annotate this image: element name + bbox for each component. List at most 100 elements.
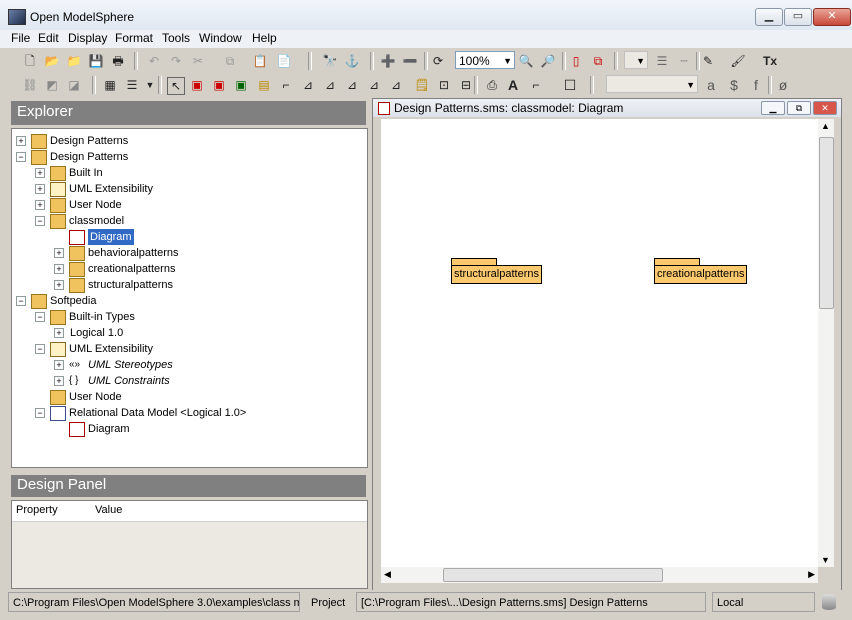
tree-item[interactable]: Diagram (12, 421, 362, 437)
child-restore-button[interactable]: ⧉ (787, 101, 811, 115)
tree-item[interactable]: Diagram (12, 229, 362, 245)
expand-icon[interactable]: + (54, 376, 64, 386)
chevron-down-icon[interactable]: ▼ (142, 77, 158, 93)
column-value[interactable]: Value (95, 504, 122, 516)
expand-icon[interactable]: + (54, 360, 64, 370)
copy-icon[interactable]: ⧉ (222, 53, 238, 69)
redo-icon[interactable]: ↷ (168, 53, 184, 69)
open-recent-icon[interactable]: 📁 (66, 53, 82, 69)
composition-icon[interactable]: ⊿ (388, 77, 404, 93)
package-tool-icon[interactable]: ▤ (256, 77, 272, 93)
paste-icon[interactable]: 📋 (252, 53, 268, 69)
note-link-icon[interactable]: ⊡ (436, 77, 452, 93)
menu-edit[interactable]: Edit (38, 31, 59, 45)
open-folder-icon[interactable]: 📂 (44, 53, 60, 69)
horizontal-scroll-thumb[interactable] (443, 568, 663, 582)
tree-item[interactable]: − Relational Data Model <Logical 1.0> (12, 405, 362, 421)
menu-format[interactable]: Format (115, 31, 153, 45)
menu-display[interactable]: Display (68, 31, 107, 45)
close-button[interactable]: ✕ (813, 8, 851, 26)
paste-special-icon[interactable]: 📄 (276, 53, 292, 69)
refresh-icon[interactable]: ⟳ (430, 53, 446, 69)
collapse-icon[interactable]: − (35, 408, 45, 418)
cube-icon[interactable]: ◩ (44, 77, 60, 93)
generalization-icon[interactable]: ⊿ (300, 77, 316, 93)
line-tool-icon[interactable]: ⌐ (528, 77, 544, 93)
expand-icon[interactable]: + (35, 168, 45, 178)
list-icon[interactable]: ☰ (124, 77, 140, 93)
replace-icon[interactable]: ⚓ (344, 53, 360, 69)
expand-icon[interactable]: + (54, 328, 64, 338)
remove-icon[interactable]: ➖ (402, 53, 418, 69)
link-icon[interactable]: ⛓ (22, 77, 38, 93)
pencil-icon[interactable]: ✎ (700, 53, 716, 69)
select-arrow-icon[interactable]: ↖ (167, 77, 185, 95)
table-icon[interactable]: ▦ (102, 77, 118, 93)
currency-icon[interactable]: $ (726, 77, 742, 93)
font-style-icon[interactable]: a (703, 77, 719, 93)
collapse-icon[interactable]: − (35, 312, 45, 322)
datatype-icon[interactable]: ▣ (233, 77, 249, 93)
rectangle-tool-icon[interactable]: ☐ (562, 77, 578, 93)
horizontal-scrollbar[interactable]: ◀ ▶ (381, 567, 818, 583)
tree-item[interactable]: + Built In (12, 165, 362, 181)
format-painter-icon[interactable]: 🖌 (730, 53, 746, 69)
child-minimize-button[interactable]: ▁ (761, 101, 785, 115)
cube-tools-icon[interactable]: ◪ (66, 77, 82, 93)
tree-item[interactable]: + «» UML Stereotypes (12, 357, 362, 373)
note-icon[interactable]: 🗒 (414, 77, 430, 93)
line-weight-icon[interactable]: ☰ (654, 53, 670, 69)
interface-icon[interactable]: ▣ (211, 77, 227, 93)
scroll-left-icon[interactable]: ◀ (384, 569, 391, 580)
zoom-in-icon[interactable]: 🔍 (518, 53, 534, 69)
font-select[interactable]: ▼ (606, 75, 698, 93)
cut-icon[interactable]: ✂ (190, 53, 206, 69)
zoom-select[interactable]: 100% ▼ (455, 51, 515, 69)
tree-item[interactable]: + creationalpatterns (12, 261, 362, 277)
collapse-icon[interactable]: − (16, 152, 26, 162)
child-close-button[interactable]: ✕ (813, 101, 837, 115)
scroll-up-icon[interactable]: ▲ (821, 121, 830, 131)
dependency-icon[interactable]: ⊿ (344, 77, 360, 93)
class-icon[interactable]: ▣ (189, 77, 205, 93)
tree-item[interactable]: User Node (12, 389, 362, 405)
maximize-button[interactable]: ▭ (784, 8, 812, 26)
tree-item[interactable]: − Softpedia (12, 293, 362, 309)
tree-item[interactable]: + UML Extensibility (12, 181, 362, 197)
tree-item[interactable]: + { } UML Constraints (12, 373, 362, 389)
tree-item[interactable]: + Logical 1.0 (12, 325, 362, 341)
tree-item[interactable]: − classmodel (12, 213, 362, 229)
diagram-canvas[interactable]: structuralpatterns creationalpatterns (381, 119, 818, 567)
function-icon[interactable]: f (748, 77, 764, 93)
collapse-icon[interactable]: − (16, 296, 26, 306)
page-copy-icon[interactable]: ⧉ (590, 53, 606, 69)
stamp-icon[interactable]: ⎙ (484, 77, 500, 93)
collapse-icon[interactable]: − (35, 344, 45, 354)
tree-item[interactable]: + behavioralpatterns (12, 245, 362, 261)
save-icon[interactable]: 💾 (88, 53, 104, 69)
free-text-icon[interactable]: ⊟ (458, 77, 474, 93)
text-tool-icon[interactable]: A (505, 77, 521, 93)
expand-icon[interactable]: + (35, 184, 45, 194)
expand-icon[interactable]: + (54, 280, 64, 290)
expand-icon[interactable]: + (16, 136, 26, 146)
vertical-scroll-thumb[interactable] (819, 137, 834, 309)
tree-item[interactable]: − UML Extensibility (12, 341, 362, 357)
explorer-tree[interactable]: + Design Patterns − Design Patterns + Built I… (11, 128, 368, 468)
page-icon[interactable]: ▯ (568, 53, 584, 69)
undo-icon[interactable]: ↶ (146, 53, 162, 69)
menu-help[interactable]: Help (252, 31, 277, 45)
menu-file[interactable]: File (11, 31, 30, 45)
expand-icon[interactable]: + (35, 200, 45, 210)
collapse-icon[interactable]: − (35, 216, 45, 226)
column-property[interactable]: Property (16, 504, 58, 516)
expand-icon[interactable]: + (54, 248, 64, 258)
scroll-right-icon[interactable]: ▶ (808, 569, 815, 580)
tree-item[interactable]: − Design Patterns (12, 149, 362, 165)
vertical-scrollbar[interactable]: ▲ ▼ (818, 119, 834, 567)
tree-item[interactable]: − Built-in Types (12, 309, 362, 325)
add-icon[interactable]: ➕ (380, 53, 396, 69)
find-icon[interactable]: 🔭 (322, 53, 338, 69)
realization-icon[interactable]: ⊿ (322, 77, 338, 93)
zoom-out-icon[interactable]: 🔎 (540, 53, 556, 69)
